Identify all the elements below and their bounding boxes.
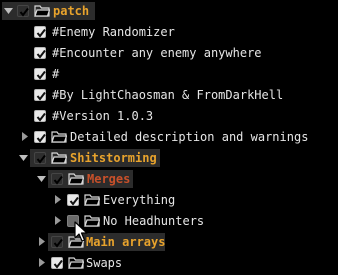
tree-node-label: No Headhunters [103,214,205,228]
tree-node-label: #Version 1.0.3 [52,109,154,123]
mouse-pointer-icon [74,221,90,243]
triangle-right-icon[interactable] [53,216,62,225]
tree-view: patch #Enemy Randomizer #Encounter any e… [0,0,338,275]
triangle-right-icon[interactable] [37,237,46,246]
tree-node-detailed-description[interactable]: Detailed description and warnings [0,128,338,146]
tree-node-label: Everything [103,193,176,207]
tree-node-label: #Enemy Randomizer [52,25,175,39]
tree-node-label: #By LightChaosman & FromDarkHell [52,88,284,102]
tree-node-merges[interactable]: Merges [0,170,338,188]
triangle-right-icon[interactable] [53,195,62,204]
triangle-down-icon[interactable] [37,174,46,183]
folder-open-icon [34,4,51,17]
tree-node-label: #Encounter any enemy anywhere [52,46,262,60]
triangle-down-icon[interactable] [4,6,13,15]
checkbox-icon[interactable] [34,89,46,101]
tree-node-comment[interactable]: # [0,65,338,83]
folder-open-icon [51,151,68,164]
tree-node-main-arrays[interactable]: Main arrays [0,233,338,251]
checkbox-icon[interactable] [17,5,29,17]
triangle-down-icon[interactable] [19,153,28,162]
folder-open-icon [84,193,101,206]
folder-open-icon [68,256,85,269]
tree-node-comment[interactable]: #Encounter any enemy anywhere [0,44,338,62]
tree-node-label: Merges [87,172,131,186]
checkbox-icon[interactable] [34,26,46,38]
tree-node-comment[interactable]: #Version 1.0.3 [0,107,338,125]
tree-node-label: Swaps [86,256,123,270]
tree-node-label: patch [53,4,90,18]
tree-node-patch[interactable]: patch [0,2,338,20]
tree-node-swaps[interactable]: Swaps [0,254,338,272]
tree-node-no-headhunters[interactable]: No Headhunters [0,212,338,230]
checkbox-icon[interactable] [34,152,46,164]
tree-node-everything[interactable]: Everything [0,191,338,209]
tree-node-comment[interactable]: #Enemy Randomizer [0,23,338,41]
checkbox-icon[interactable] [67,194,79,206]
checkbox-icon[interactable] [51,236,63,248]
checkbox-icon[interactable] [34,47,46,59]
tree-node-label: Shitstorming [70,151,157,165]
triangle-right-icon[interactable] [20,132,29,141]
folder-open-icon [68,172,85,185]
checkbox-icon[interactable] [34,110,46,122]
tree-node-label: Main arrays [86,235,166,249]
tree-node-label: # [52,67,60,81]
folder-open-icon [51,130,68,143]
tree-node-label: Detailed description and warnings [70,130,309,144]
checkbox-icon[interactable] [51,173,63,185]
tree-node-comment[interactable]: #By LightChaosman & FromDarkHell [0,86,338,104]
tree-node-shitstorming[interactable]: Shitstorming [0,149,338,167]
checkbox-icon[interactable] [51,257,63,269]
checkbox-icon[interactable] [34,68,46,80]
checkbox-icon[interactable] [34,131,46,143]
triangle-right-icon[interactable] [37,258,46,267]
